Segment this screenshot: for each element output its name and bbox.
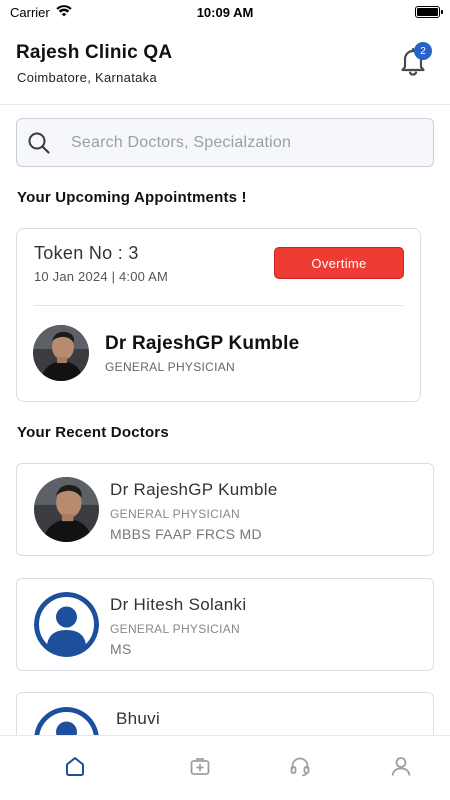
appointment-card[interactable]: Token No : 3 10 Jan 2024 | 4:00 AM Overt… — [16, 228, 421, 402]
wifi-icon — [56, 4, 72, 20]
appointment-doctor-name: Dr RajeshGP Kumble — [105, 333, 300, 354]
clinic-name: Rajesh Clinic QA — [16, 42, 173, 63]
home-icon — [66, 757, 84, 776]
token-number: Token No : 3 — [34, 243, 139, 263]
overtime-button[interactable]: Overtime — [274, 247, 404, 279]
appointment-datetime: 10 Jan 2024 | 4:00 AM — [34, 269, 169, 284]
recent-doctor-card[interactable]: Dr Hitesh Solanki GENERAL PHYSICIAN MS — [16, 578, 434, 671]
notification-badge: 2 — [414, 42, 432, 60]
search-bar[interactable] — [16, 118, 434, 167]
tab-profile[interactable] — [387, 752, 415, 780]
search-icon — [28, 132, 50, 154]
doctor-name: Dr Hitesh Solanki — [110, 595, 247, 614]
status-time: 10:09 AM — [196, 4, 254, 20]
header: Rajesh Clinic QA Coimbatore, Karnataka 2 — [16, 36, 434, 96]
doctor-degree: MS — [110, 641, 132, 657]
tab-home[interactable] — [61, 752, 89, 780]
tab-appointments[interactable] — [186, 752, 214, 780]
recent-section-title: Your Recent Doctors — [17, 424, 169, 441]
search-input[interactable] — [71, 133, 391, 152]
header-divider — [0, 104, 450, 105]
doctor-degree: MBBS FAAP FRCS MD — [110, 526, 262, 542]
bottom-tab-bar — [0, 735, 450, 800]
recent-doctor-card[interactable]: Dr RajeshGP Kumble GENERAL PHYSICIAN MBB… — [16, 463, 434, 556]
doctor-avatar — [34, 477, 99, 542]
status-bar: Carrier 10:09 AM — [0, 0, 450, 24]
doctor-specialization: GENERAL PHYSICIAN — [110, 507, 241, 521]
notifications-button[interactable]: 2 — [396, 42, 432, 78]
clinic-location: Coimbatore, Karnataka — [17, 70, 157, 85]
doctor-avatar — [33, 325, 89, 381]
upcoming-section-title: Your Upcoming Appointments ! — [17, 189, 247, 206]
carrier-label: Carrier — [10, 4, 50, 20]
doctor-name: Dr RajeshGP Kumble — [110, 480, 278, 499]
doctor-specialization: GENERAL PHYSICIAN — [110, 622, 241, 636]
headset-icon — [290, 757, 310, 777]
appointment-divider — [34, 305, 404, 306]
medical-kit-icon — [190, 758, 210, 775]
doctor-name: Bhuvi — [116, 709, 161, 728]
profile-icon — [391, 757, 411, 776]
appointment-doctor-specialization: GENERAL PHYSICIAN — [105, 360, 236, 374]
battery-icon — [415, 6, 443, 18]
tab-support[interactable] — [286, 752, 314, 780]
user-placeholder-icon — [34, 592, 99, 657]
